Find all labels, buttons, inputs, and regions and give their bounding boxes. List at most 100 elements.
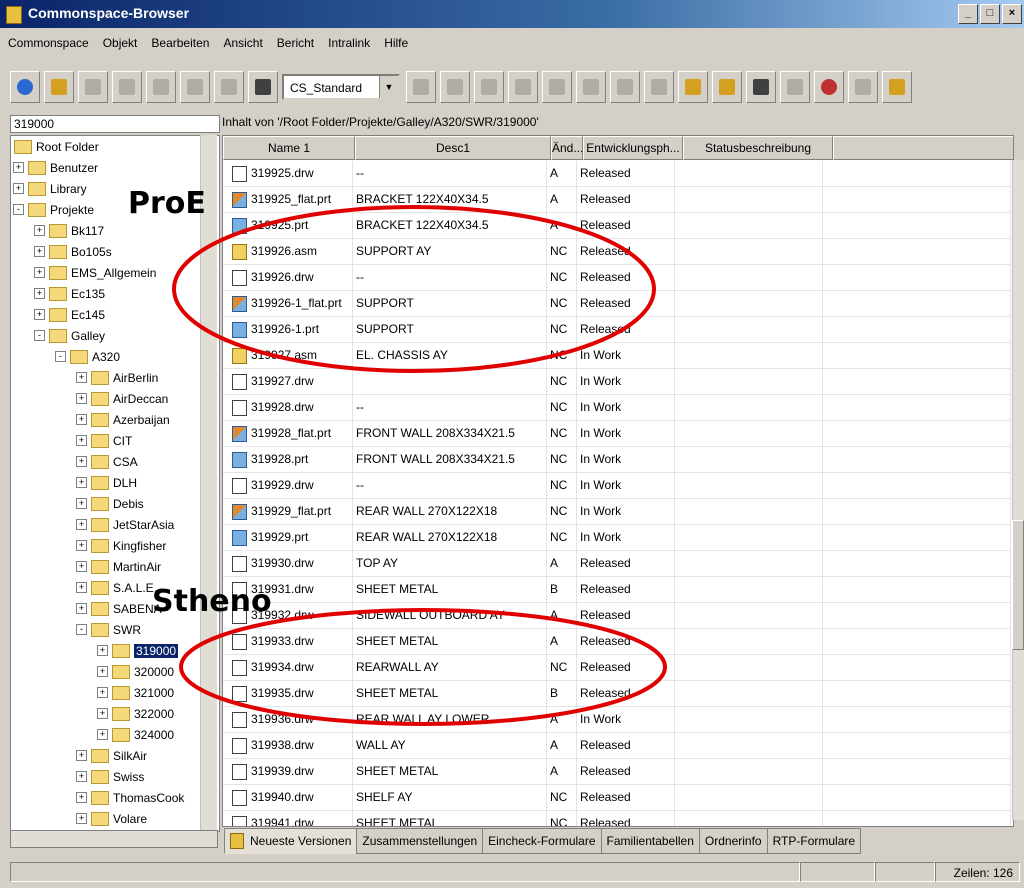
sync-button[interactable] <box>814 71 844 103</box>
tree-item[interactable]: + Ec135 <box>34 283 105 304</box>
tree-item[interactable]: +319000 <box>97 640 179 661</box>
tool-button-10[interactable] <box>440 71 470 103</box>
tool-button-13[interactable] <box>542 71 572 103</box>
tree-item[interactable]: + SilkAir <box>76 745 147 766</box>
col-header-name[interactable]: Name 1 <box>223 136 355 160</box>
expand-icon[interactable]: + <box>97 666 108 677</box>
tree-item[interactable]: + Library <box>13 178 87 199</box>
tree-item[interactable]: +324000 <box>97 724 174 745</box>
minimize-button[interactable]: _ <box>958 4 978 24</box>
tree-item[interactable]: + JetStarAsia <box>76 514 174 535</box>
expand-icon[interactable]: + <box>76 540 87 551</box>
tree-item[interactable]: + SABENA <box>76 598 162 619</box>
collapse-icon[interactable]: - <box>76 624 87 635</box>
col-header-desc1[interactable]: Desc1 <box>355 136 551 160</box>
expand-icon[interactable]: + <box>76 435 87 446</box>
tree-item[interactable]: +321000 <box>97 682 174 703</box>
tree-scrollbar[interactable] <box>200 135 217 830</box>
tree-item[interactable]: + Benutzer <box>13 157 98 178</box>
expand-icon[interactable]: + <box>34 246 45 257</box>
table-row[interactable]: 319928_flat.prt FRONT WALL 208X334X21.5 NC… <box>223 421 1011 447</box>
tool-button-14[interactable] <box>576 71 606 103</box>
table-row[interactable]: 319928.drw -- NC In Work <box>223 395 1011 421</box>
table-row[interactable]: 319934.drw REARWALL AY NC Released <box>223 655 1011 681</box>
expand-icon[interactable]: + <box>76 456 87 467</box>
expand-icon[interactable]: + <box>97 729 108 740</box>
expand-icon[interactable]: + <box>76 372 87 383</box>
tree-item[interactable]: - Projekte <box>13 199 94 220</box>
table-row[interactable]: 319929.drw -- NC In Work <box>223 473 1011 499</box>
table-row[interactable]: 319929_flat.prt REAR WALL 270X122X18 NC In … <box>223 499 1011 525</box>
tree-horizontal-scrollbar[interactable] <box>10 830 218 848</box>
table-row[interactable]: 319927.drw NC In Work <box>223 369 1011 395</box>
folder-tree[interactable]: Root Folder + Benutzer + Library - Projekte + Bk… <box>10 135 220 832</box>
table-row[interactable]: 319925.drw -- A Released <box>223 161 1011 187</box>
tool-button-16[interactable] <box>644 71 674 103</box>
table-row[interactable]: 319925_flat.prt BRACKET 122X40X34.5 A Relea… <box>223 187 1011 213</box>
tree-item[interactable]: + Debis <box>76 493 144 514</box>
table-row[interactable]: 319938.drw WALL AY A Released <box>223 733 1011 759</box>
tree-item[interactable]: + CIT <box>76 430 132 451</box>
tree-item[interactable]: + AirDeccan <box>76 388 168 409</box>
tool-button-4[interactable] <box>112 71 142 103</box>
refresh-button[interactable] <box>10 71 40 103</box>
maximize-button[interactable]: □ <box>980 4 1000 24</box>
expand-icon[interactable]: + <box>76 519 87 530</box>
tool-button-6[interactable] <box>180 71 210 103</box>
expand-icon[interactable]: + <box>34 288 45 299</box>
expand-icon[interactable]: + <box>34 267 45 278</box>
tree-item[interactable]: - A320 <box>55 346 120 367</box>
tree-item[interactable]: + AirBerlin <box>76 367 158 388</box>
tree-item[interactable]: +320000 <box>97 661 174 682</box>
collapse-icon[interactable]: - <box>13 204 24 215</box>
table-row[interactable]: 319926.drw -- NC Released <box>223 265 1011 291</box>
search-button[interactable] <box>746 71 776 103</box>
tree-item[interactable]: + Ec145 <box>34 304 105 325</box>
expand-icon[interactable]: + <box>76 393 87 404</box>
expand-icon[interactable]: + <box>13 162 24 173</box>
table-row[interactable]: 319928.prt FRONT WALL 208X334X21.5 NC In Wo… <box>223 447 1011 473</box>
col-header-phase[interactable]: Entwicklungsph... <box>583 136 683 160</box>
menu-intralink[interactable]: Intralink <box>320 34 376 56</box>
expand-icon[interactable]: + <box>76 477 87 488</box>
tree-item[interactable]: + CSA <box>76 451 138 472</box>
view-select[interactable]: CS_Standard ▼ <box>282 74 400 100</box>
table-row[interactable]: 319935.drw SHEET METAL B Released <box>223 681 1011 707</box>
tree-item[interactable]: + DLH <box>76 472 137 493</box>
expand-icon[interactable]: + <box>76 813 87 824</box>
key-button[interactable] <box>848 71 878 103</box>
tree-item[interactable]: - SWR <box>76 619 141 640</box>
table-row[interactable]: 319933.drw SHEET METAL A Released <box>223 629 1011 655</box>
expand-icon[interactable]: + <box>76 603 87 614</box>
table-row[interactable]: 319926.asm SUPPORT AY NC Released <box>223 239 1011 265</box>
table-row[interactable]: 319927.asm EL. CHASSIS AY NC In Work <box>223 343 1011 369</box>
tool-button-7[interactable] <box>214 71 244 103</box>
tool-button-5[interactable] <box>146 71 176 103</box>
tab-rtp-formulare[interactable]: RTP-Formulare <box>766 828 862 854</box>
expand-icon[interactable]: + <box>76 771 87 782</box>
tree-item[interactable]: + ThomasCook <box>76 787 184 808</box>
tool-button-3[interactable] <box>78 71 108 103</box>
expand-icon[interactable]: + <box>97 645 108 656</box>
chevron-down-icon[interactable]: ▼ <box>379 76 398 98</box>
tab-ordnerinfo[interactable]: Ordnerinfo <box>698 828 768 854</box>
col-header-status[interactable]: Statusbeschreibung <box>683 136 833 160</box>
table-scrollbar[interactable] <box>1012 160 1024 820</box>
checklist-button[interactable] <box>780 71 810 103</box>
col-header-aend[interactable]: Änd... <box>551 136 583 160</box>
expand-icon[interactable]: + <box>13 183 24 194</box>
expand-icon[interactable]: + <box>34 225 45 236</box>
expand-icon[interactable]: + <box>97 687 108 698</box>
menu-ansicht[interactable]: Ansicht <box>215 34 268 56</box>
table-scroll-thumb[interactable] <box>1012 520 1024 650</box>
table-row[interactable]: 319936.drw REAR WALL AY LOWER A In Work <box>223 707 1011 733</box>
tree-item[interactable]: + Volare <box>76 808 147 829</box>
table-row[interactable]: 319926-1.prt SUPPORT NC Released <box>223 317 1011 343</box>
table-row[interactable]: 319926-1_flat.prt SUPPORT NC Released <box>223 291 1011 317</box>
expand-icon[interactable]: + <box>76 582 87 593</box>
tab-eincheck-formulare[interactable]: Eincheck-Formulare <box>482 828 602 854</box>
folder-info-button[interactable] <box>712 71 742 103</box>
tool-button-15[interactable] <box>610 71 640 103</box>
tree-item[interactable]: +322000 <box>97 703 174 724</box>
tool-button-9[interactable] <box>406 71 436 103</box>
